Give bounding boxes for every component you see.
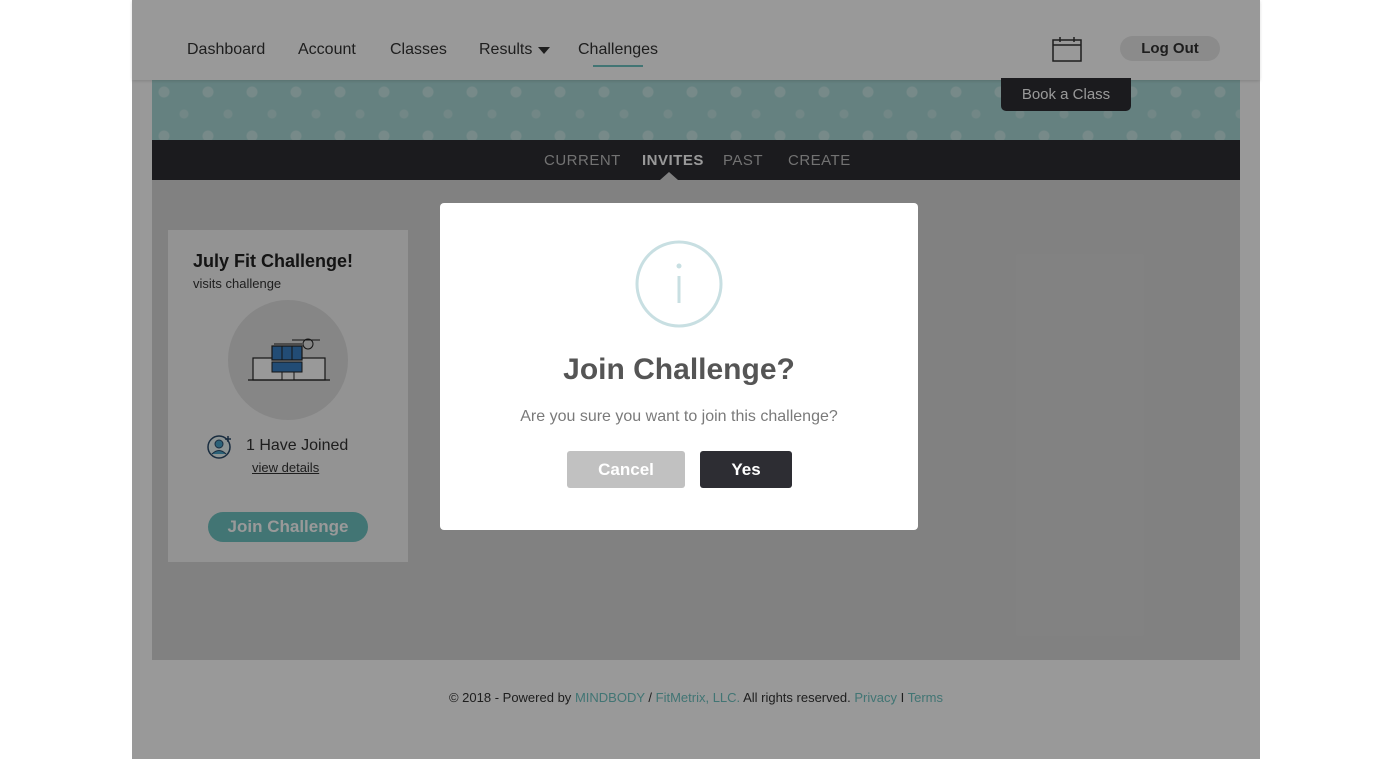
dialog-title: Join Challenge? [563, 353, 795, 386]
info-icon [634, 239, 724, 329]
dialog-message: Are you sure you want to join this chall… [520, 408, 838, 425]
confirm-yes-button[interactable]: Yes [700, 451, 792, 488]
cancel-button[interactable]: Cancel [567, 451, 685, 488]
join-challenge-dialog: Join Challenge? Are you sure you want to… [440, 203, 918, 530]
